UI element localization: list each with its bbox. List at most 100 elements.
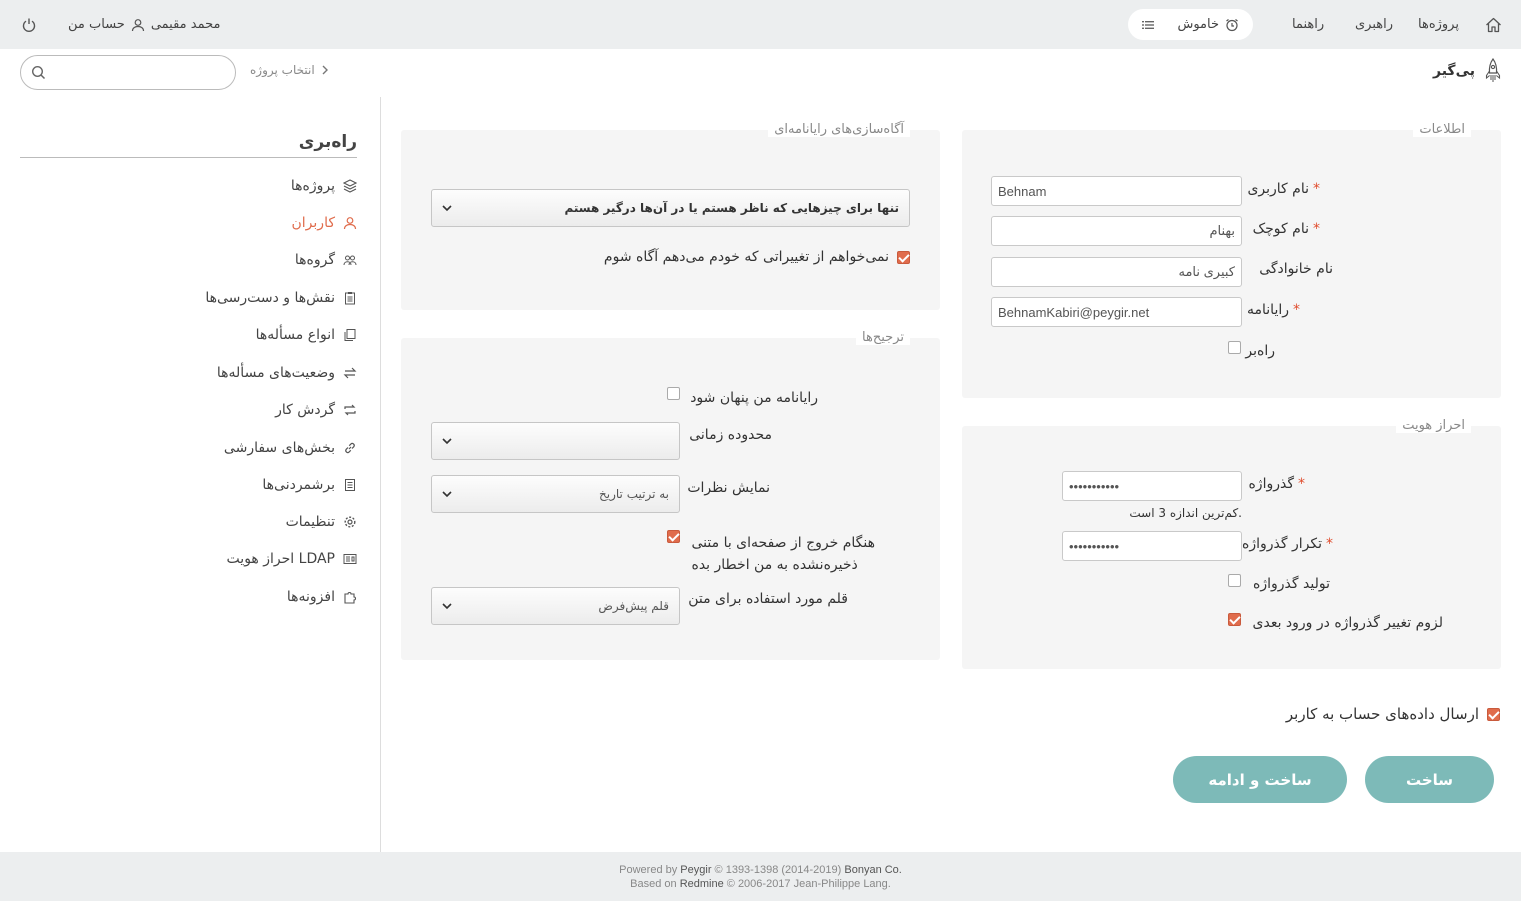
sidebar-item-label: پروژه‌ها: [290, 178, 335, 194]
project-selector[interactable]: انتخاب پروژه: [250, 63, 329, 77]
preferences-legend: ترجیح‌ها: [856, 330, 910, 345]
sidebar-item-label: گردش کار: [275, 402, 335, 418]
chevron-down-icon: [442, 602, 452, 610]
required-mark: *: [1313, 221, 1320, 237]
brand[interactable]: پی‌گیر: [1433, 58, 1501, 84]
send-info-checkbox[interactable]: [1487, 708, 1500, 721]
alarm-clock-icon: [1225, 18, 1239, 32]
status-toggle[interactable]: خاموش: [1128, 9, 1253, 40]
swap-icon: [343, 366, 357, 380]
sidebar-item-label: احراز هویت LDAP: [226, 551, 335, 567]
generate-password-checkbox[interactable]: [1228, 574, 1241, 587]
text-font-select[interactable]: قلم پیش‌فرض: [431, 587, 680, 625]
firstname-input[interactable]: بهنام: [991, 216, 1242, 246]
email-input[interactable]: BehnamKabiri@peygir.net: [991, 297, 1242, 327]
warn-unsaved-checkbox[interactable]: [667, 530, 680, 543]
login-label: نام کاربری *: [1247, 181, 1320, 197]
required-mark: *: [1313, 181, 1320, 197]
list-icon: [343, 478, 357, 492]
puzzle-icon: [343, 590, 357, 604]
sidebar-divider: [380, 97, 381, 852]
sidebar-title: راه‌بری: [20, 132, 357, 158]
sidebar-item-label: بخش‌های سفارشی: [223, 440, 335, 456]
sidebar-item-settings[interactable]: تنظیمات: [286, 514, 357, 530]
email-label: رایانامه *: [1247, 302, 1300, 318]
no-self-notified-checkbox[interactable]: [897, 251, 910, 264]
footer-company-link[interactable]: Bonyan Co.: [844, 864, 901, 876]
footer-redmine-link[interactable]: Redmine: [680, 878, 724, 890]
login-label-text: نام کاربری: [1247, 181, 1309, 197]
notification-select[interactable]: تنها برای چیزهایی که ناظر هستم یا در آن‌…: [431, 189, 910, 227]
admin-label: راه‌بر: [1245, 343, 1275, 359]
nav-projects[interactable]: پروژه‌ها: [1418, 0, 1459, 49]
sidebar-item-issue-statuses[interactable]: وضعیت‌های مسأله‌ها: [217, 365, 357, 381]
warn-unsaved-line2: ذخیره‌نشده به من اخطار بده: [691, 557, 858, 573]
sidebar-item-label: وضعیت‌های مسأله‌ها: [216, 365, 335, 381]
sidebar-item-projects[interactable]: پروژه‌ها: [291, 178, 357, 194]
hide-mail-checkbox[interactable]: [667, 387, 680, 400]
sidebar-item-custom-fields[interactable]: بخش‌های سفارشی: [224, 440, 357, 456]
copy-icon: [343, 328, 357, 342]
sidebar-item-groups[interactable]: گروه‌ها: [295, 252, 357, 268]
sidebar-item-label: گروه‌ها: [294, 252, 335, 268]
sidebar-item-roles[interactable]: نقش‌ها و دست‌رسی‌ها: [205, 290, 357, 306]
nav-help[interactable]: راهنما: [1292, 0, 1324, 49]
comments-order-select[interactable]: به ترتیب تاریخ: [431, 475, 680, 513]
sidebar-item-users[interactable]: کاربران: [292, 215, 357, 231]
sidebar-item-ldap[interactable]: احراز هویت LDAP: [227, 551, 357, 567]
login-input[interactable]: Behnam: [991, 176, 1242, 206]
chevron-down-icon: [442, 490, 452, 498]
link-icon: [343, 441, 357, 455]
firstname-label: نام کوچک *: [1253, 221, 1320, 237]
footer-line1: Powered by Peygir © 1393-1398 (2014-2019…: [0, 863, 1521, 877]
footer: Powered by Peygir © 1393-1398 (2014-2019…: [0, 852, 1521, 901]
top-bar: حساب من محمد مقیمی خاموش راهنما راهبری پ…: [0, 0, 1521, 49]
firstname-label-text: نام کوچک: [1252, 221, 1309, 237]
confirm-password-label: تکرار گذرواژه *: [1242, 536, 1333, 552]
sidebar-item-label: کاربران: [291, 215, 335, 231]
logout-button[interactable]: [21, 0, 37, 49]
create-and-continue-button[interactable]: ساخت و ادامه: [1173, 756, 1347, 803]
search-box[interactable]: [20, 55, 236, 90]
info-legend: اطلاعات: [1413, 122, 1471, 137]
warn-unsaved-label: هنگام خروج از صفحه‌ای با متنی ذخیره‌نشده…: [692, 532, 876, 576]
confirm-password-input[interactable]: •••••••••••: [1062, 531, 1242, 561]
my-account-link[interactable]: حساب من محمد مقیمی: [68, 0, 220, 49]
cycle-icon: [343, 403, 357, 417]
lastname-input[interactable]: کبیری نامه: [991, 257, 1242, 287]
list-icon: [1142, 19, 1154, 31]
email-label-text: رایانامه: [1247, 302, 1289, 318]
must-change-password-checkbox[interactable]: [1228, 613, 1241, 626]
home-button[interactable]: [1485, 0, 1502, 49]
brand-name: پی‌گیر: [1433, 63, 1475, 79]
sidebar-item-trackers[interactable]: انواع مسأله‌ها: [256, 327, 357, 343]
password-input[interactable]: •••••••••••: [1062, 471, 1242, 501]
user-icon: [343, 216, 357, 230]
timezone-select[interactable]: [431, 422, 680, 460]
hide-mail-label: رایانامه من پنهان شود: [690, 390, 818, 406]
timezone-label: محدوده زمانی: [689, 427, 772, 443]
footer-peygir-link[interactable]: Peygir: [680, 864, 711, 876]
auth-legend: احراز هویت: [1396, 418, 1471, 433]
project-select-label: انتخاب پروژه: [250, 63, 315, 77]
confirm-label-text: تکرار گذرواژه: [1242, 536, 1322, 552]
sidebar-item-plugins[interactable]: افزونه‌ها: [287, 589, 357, 605]
sidebar-item-workflow[interactable]: گردش کار: [275, 402, 357, 418]
admin-checkbox[interactable]: [1228, 341, 1241, 354]
footer-line2: Based on Redmine © 2006-2017 Jean-Philip…: [0, 877, 1521, 891]
nav-admin[interactable]: راهبری: [1355, 0, 1393, 49]
clipboard-icon: [343, 291, 357, 305]
comments-order-label: نمایش نظرات: [687, 480, 770, 496]
must-change-password-label: لزوم تغییر گذرواژه در ورود بعدی: [1252, 615, 1443, 631]
gear-icon: [343, 515, 357, 529]
chevron-down-icon: [442, 437, 452, 445]
create-button[interactable]: ساخت: [1365, 756, 1494, 803]
footer-powered-by: Powered by: [619, 864, 678, 876]
notification-select-value: تنها برای چیزهایی که ناظر هستم یا در آن‌…: [564, 201, 899, 215]
no-self-notified-label: نمی‌خواهم از تغییراتی که خودم می‌دهم آگا…: [603, 249, 889, 265]
rocket-icon: [1485, 58, 1501, 84]
sidebar-item-enumerations[interactable]: برشمردنی‌ها: [262, 477, 357, 493]
required-mark: *: [1326, 536, 1333, 552]
chevron-down-icon: [442, 204, 452, 212]
required-mark: *: [1293, 302, 1300, 318]
